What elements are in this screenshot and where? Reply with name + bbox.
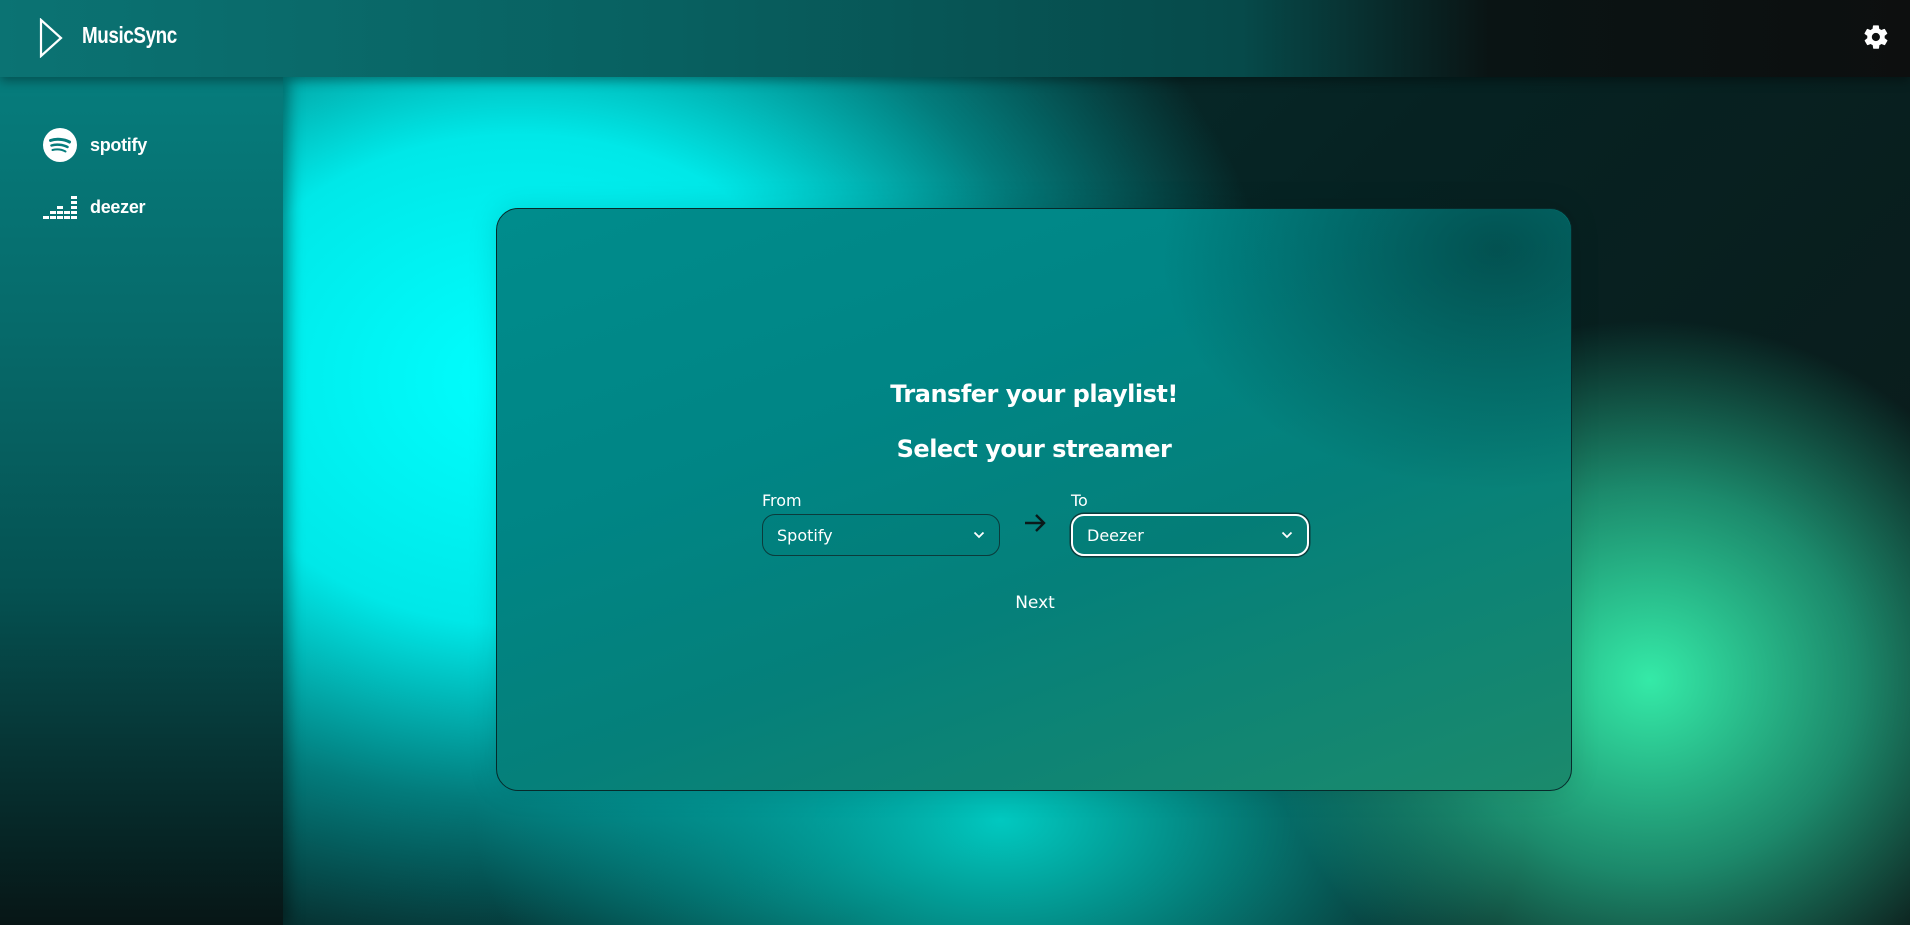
arrow-right-icon bbox=[1025, 514, 1046, 532]
next-button[interactable]: Next bbox=[987, 587, 1083, 617]
gear-icon[interactable] bbox=[1862, 23, 1890, 51]
page-title: Transfer your playlist! bbox=[890, 380, 1178, 408]
to-select-value: Deezer bbox=[1087, 525, 1144, 545]
sidebar-item-spotify[interactable]: spotify bbox=[42, 127, 147, 163]
sidebar-item-label: deezer bbox=[90, 196, 146, 217]
top-bar: MusicSync bbox=[0, 0, 1910, 77]
transfer-card: Transfer your playlist! Select your stre… bbox=[496, 208, 1572, 791]
page-subtitle: Select your streamer bbox=[896, 435, 1172, 463]
spotify-icon bbox=[42, 127, 78, 163]
sidebar: spotify deezer bbox=[0, 77, 283, 925]
play-outline-icon bbox=[39, 18, 63, 58]
from-label: From bbox=[762, 491, 802, 510]
sidebar-item-label: spotify bbox=[90, 134, 147, 155]
to-select[interactable]: Deezer bbox=[1071, 514, 1309, 556]
to-label: To bbox=[1071, 491, 1088, 510]
sidebar-item-deezer[interactable]: deezer bbox=[42, 189, 146, 225]
app-title: MusicSync bbox=[82, 22, 177, 48]
deezer-icon bbox=[42, 189, 78, 225]
from-select-value: Spotify bbox=[777, 525, 833, 545]
from-select[interactable]: Spotify bbox=[762, 514, 1000, 556]
chevron-down-icon bbox=[1281, 531, 1293, 539]
chevron-down-icon bbox=[973, 531, 985, 539]
